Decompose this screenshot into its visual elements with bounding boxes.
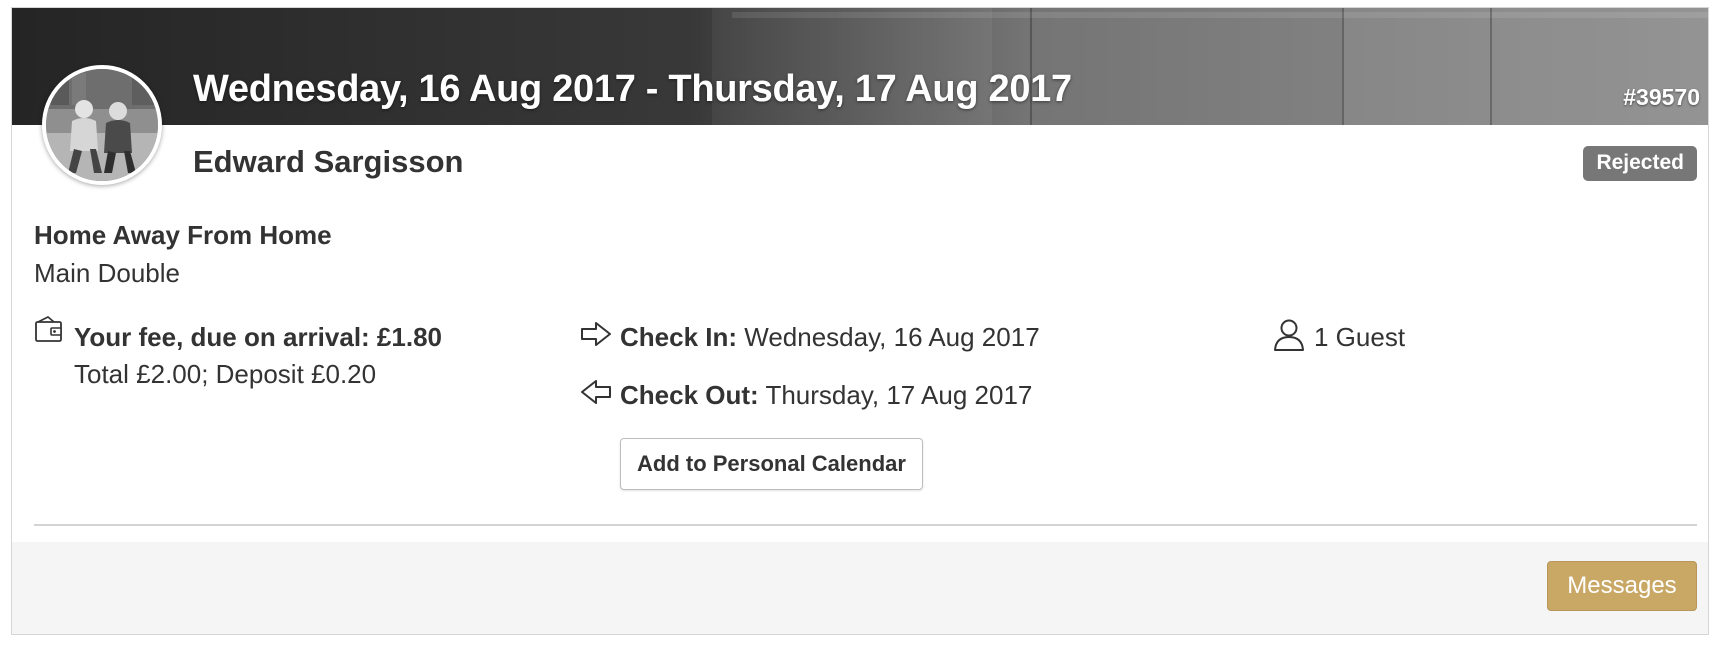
fee-detail: Total £2.00; Deposit £0.20: [74, 359, 377, 389]
card-footer: Messages: [12, 542, 1708, 634]
guest-avatar: [42, 65, 162, 185]
guest-count: 1 Guest: [1314, 322, 1406, 352]
status-badge: Rejected: [1583, 146, 1697, 181]
arrow-right-icon: [581, 322, 611, 346]
check-in-value: Wednesday, 16 Aug 2017: [744, 322, 1040, 352]
property-name: Home Away From Home: [34, 220, 332, 250]
booking-card: Wednesday, 16 Aug 2017 - Thursday, 17 Au…: [11, 7, 1709, 635]
arrow-left-icon: [581, 380, 611, 404]
room-name: Main Double: [34, 258, 180, 288]
check-out-label: Check Out:: [620, 380, 759, 410]
check-in: Check In: Wednesday, 16 Aug 2017: [620, 322, 1040, 353]
messages-button[interactable]: Messages: [1547, 561, 1697, 611]
booking-reference: #39570: [1623, 84, 1700, 110]
user-icon: [1274, 319, 1304, 351]
banner-background-line: [1342, 8, 1344, 125]
divider: [34, 524, 1697, 526]
add-to-calendar-button[interactable]: Add to Personal Calendar: [620, 438, 923, 490]
check-in-label: Check In:: [620, 322, 738, 352]
header-banner: Wednesday, 16 Aug 2017 - Thursday, 17 Au…: [12, 8, 1708, 125]
wallet-icon: [35, 316, 62, 342]
check-out-value: Thursday, 17 Aug 2017: [765, 380, 1033, 410]
booking-dates: Wednesday, 16 Aug 2017 - Thursday, 17 Au…: [193, 68, 1072, 110]
fee-label: Your fee, due on arrival: £1.80: [74, 322, 442, 352]
banner-background-line: [1490, 8, 1492, 125]
check-out: Check Out: Thursday, 17 Aug 2017: [620, 380, 1032, 411]
guest-name: Edward Sargisson: [193, 144, 464, 179]
avatar-photo: [46, 69, 158, 181]
